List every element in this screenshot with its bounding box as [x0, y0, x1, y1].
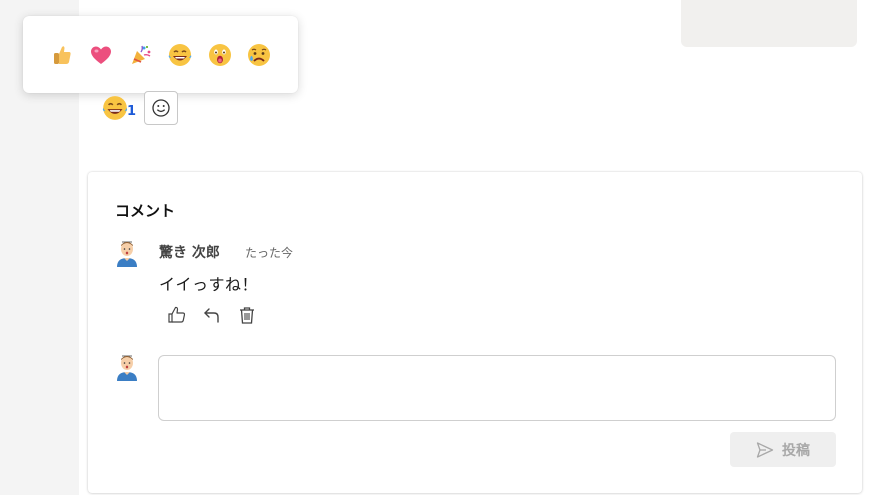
party-popper-icon — [131, 45, 151, 64]
like-icon — [167, 306, 185, 323]
heart-emoji-option[interactable] — [87, 41, 115, 69]
surprised-icon — [208, 43, 231, 66]
heart-icon — [91, 46, 112, 64]
reply-comment-button[interactable] — [201, 304, 222, 325]
send-icon — [756, 441, 774, 458]
reaction-chip-laughing[interactable]: 1 — [101, 91, 136, 125]
thumbs-up-emoji-option[interactable] — [48, 41, 76, 69]
comment-input[interactable] — [158, 355, 836, 421]
thumbs-up-icon — [54, 45, 71, 64]
sad-tear-icon — [247, 43, 270, 66]
reaction-count: 1 — [127, 103, 137, 119]
attachment-placeholder-card — [681, 0, 857, 47]
delete-icon — [239, 306, 254, 324]
comment-author-avatar[interactable] — [114, 239, 140, 267]
sad-tear-emoji-option[interactable] — [245, 41, 273, 69]
party-popper-emoji-option[interactable] — [127, 41, 155, 69]
page: 1 コメント 驚き 次郎 たった今 イイっすね！ 投稿 — [0, 0, 876, 495]
add-reaction-button[interactable] — [144, 91, 179, 125]
comment-actions — [166, 304, 257, 325]
reaction-bar: 1 — [101, 91, 179, 125]
reply-icon — [203, 307, 219, 323]
comments-panel: コメント 驚き 次郎 たった今 イイっすね！ 投稿 — [88, 172, 862, 493]
like-comment-button[interactable] — [166, 304, 187, 325]
post-button-label: 投稿 — [782, 442, 810, 459]
comment-timestamp: たった今 — [245, 246, 294, 260]
composer-avatar — [114, 353, 140, 381]
reaction-picker — [23, 16, 298, 93]
avatar-icon — [117, 355, 137, 381]
laughing-tears-emoji-option[interactable] — [166, 41, 194, 69]
smiley-add-icon — [152, 99, 170, 117]
avatar-icon — [117, 241, 137, 267]
comment-author-name[interactable]: 驚き 次郎 — [159, 242, 220, 262]
post-comment-button[interactable]: 投稿 — [730, 432, 836, 467]
comments-heading: コメント — [115, 202, 176, 220]
laughing-tears-icon — [102, 96, 128, 120]
laughing-tears-icon — [168, 43, 192, 66]
delete-comment-button[interactable] — [236, 304, 257, 325]
right-gutter — [862, 0, 876, 495]
surprised-emoji-option[interactable] — [206, 41, 234, 69]
comment-body: イイっすね！ — [159, 275, 259, 294]
